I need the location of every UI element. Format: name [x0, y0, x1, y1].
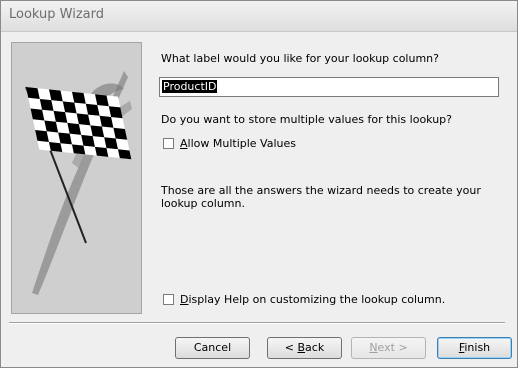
lookup-label-value: ProductID: [162, 80, 218, 93]
window-title: Lookup Wizard: [9, 7, 105, 22]
title-bar[interactable]: Lookup Wizard: [1, 1, 517, 32]
allow-multiple-values-checkbox[interactable]: [163, 138, 174, 149]
wizard-image-panel: [11, 42, 142, 314]
cancel-button[interactable]: Cancel: [175, 337, 250, 359]
lookup-label-input[interactable]: ProductID: [159, 77, 499, 97]
next-button[interactable]: Next >: [351, 337, 426, 359]
wizard-body: What label would you like for your looku…: [5, 32, 513, 365]
checkered-flag-icon: [25, 71, 132, 295]
label-question: What label would you like for your looku…: [161, 52, 439, 65]
wizard-info-text: Those are all the answers the wizard nee…: [161, 184, 481, 210]
allow-multiple-values-label[interactable]: Allow Multiple Values: [180, 137, 296, 150]
multiple-values-question: Do you want to store multiple values for…: [161, 113, 453, 126]
finish-button[interactable]: Finish: [437, 337, 512, 359]
button-separator: [9, 322, 505, 324]
back-button[interactable]: < Back: [267, 337, 342, 359]
lookup-wizard-window: Lookup Wizard What label would you like …: [0, 0, 518, 368]
display-help-label[interactable]: Display Help on customizing the lookup c…: [180, 293, 445, 306]
display-help-checkbox[interactable]: [163, 294, 174, 305]
